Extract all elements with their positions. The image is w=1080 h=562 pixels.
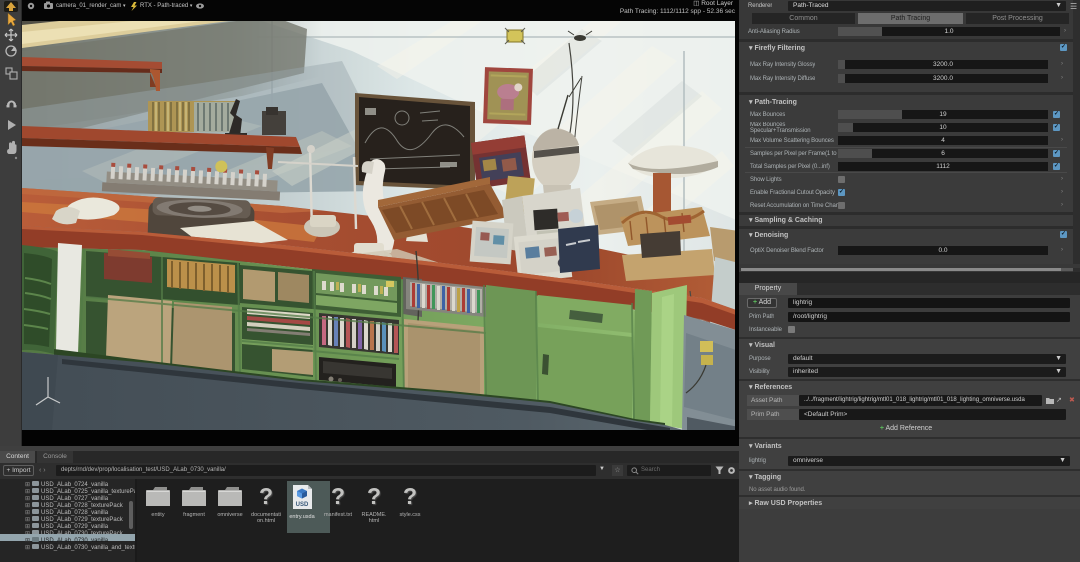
svg-text:USD: USD [296, 502, 309, 508]
